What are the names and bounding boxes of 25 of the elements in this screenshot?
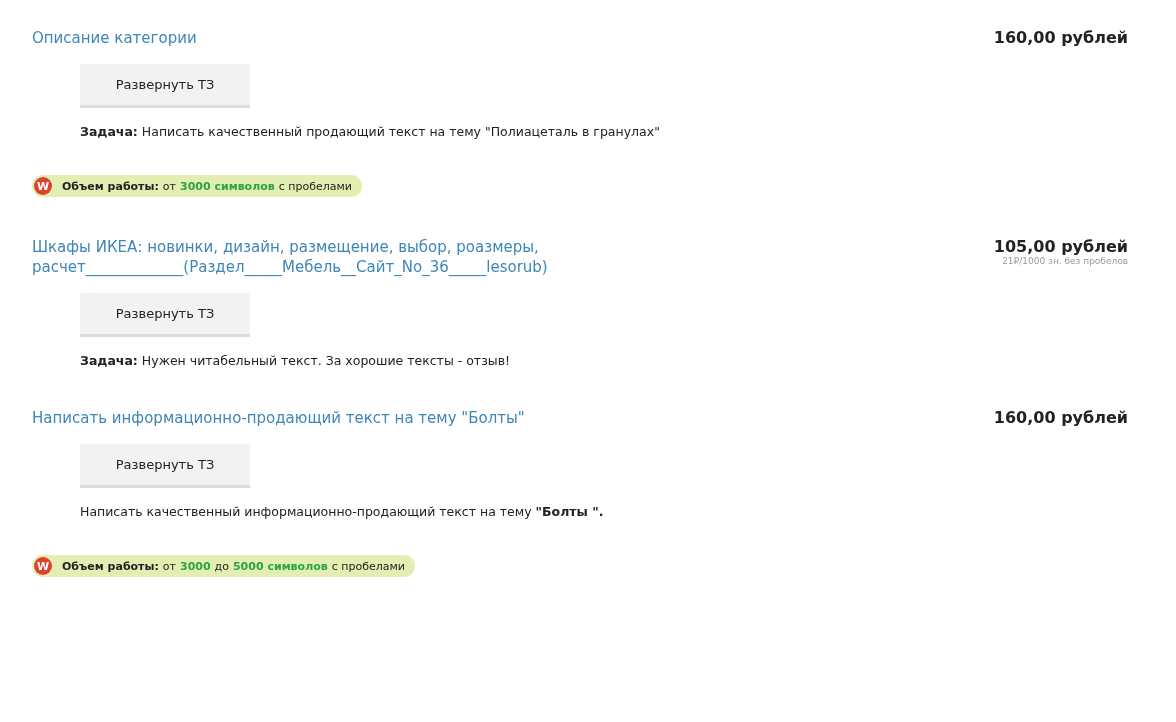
volume-amount: 5000 символов bbox=[232, 559, 328, 573]
volume-text: от bbox=[162, 179, 176, 193]
task-text: Написать качественный информационно-продающий текст на тему "Болты ". bbox=[80, 504, 604, 519]
price: 160,00 рублей bbox=[993, 28, 1128, 47]
task-text: Задача: Нужен читабельный текст. За хорошие тексты - отзыв! bbox=[80, 353, 511, 368]
order-title-link[interactable]: Описание категории bbox=[32, 28, 197, 48]
volume-label: Объем работы: bbox=[62, 179, 159, 193]
expand-button[interactable]: Развернуть ТЗ bbox=[80, 64, 250, 108]
volume-text: до bbox=[214, 559, 229, 573]
task-text: Задача: Написать качественный продающий текст на тему "Полиацеталь в гранулах" bbox=[80, 124, 660, 139]
price-note: 21₽/1000 зн. без пробелов bbox=[1002, 256, 1128, 266]
w-icon: W bbox=[34, 557, 52, 575]
volume-amount: 3000 bbox=[180, 559, 211, 573]
price: 160,00 рублей bbox=[993, 408, 1128, 427]
order-title-link[interactable]: Написать информационно-продающий текст на тему "Болты" bbox=[32, 408, 525, 428]
price: 105,00 рублей bbox=[993, 237, 1128, 256]
volume-text: с пробелами bbox=[331, 559, 405, 573]
volume-text: от bbox=[162, 559, 176, 573]
volume-amount: 3000 символов bbox=[180, 179, 275, 193]
order-title-link[interactable]: Шкафы ИКЕА: новинки, дизайн, размещение, выбор, роазмеры, расчет_____________(Раздел_____Мебель__Сайт_No_36_____lesorub) bbox=[32, 237, 652, 277]
w-icon: W bbox=[34, 177, 52, 195]
expand-button[interactable]: Развернуть ТЗ bbox=[80, 444, 250, 488]
volume-text: с пробелами bbox=[278, 179, 352, 193]
volume-label: Объем работы: bbox=[62, 559, 159, 573]
expand-button[interactable]: Развернуть ТЗ bbox=[80, 293, 250, 337]
